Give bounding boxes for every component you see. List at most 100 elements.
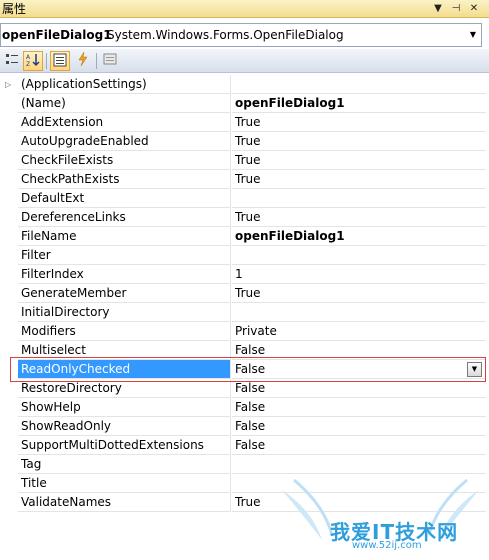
object-selector[interactable]: openFileDialog1 System.Windows.Forms.Ope… bbox=[0, 23, 482, 47]
property-row[interactable]: Modifiers Private bbox=[0, 322, 486, 341]
property-name: ValidateNames bbox=[18, 493, 231, 512]
expand-arrow-icon[interactable]: ▷ bbox=[5, 80, 11, 89]
row-margin bbox=[0, 436, 18, 455]
row-margin bbox=[0, 417, 18, 436]
object-type: System.Windows.Forms.OpenFileDialog bbox=[107, 28, 344, 42]
row-margin bbox=[0, 227, 18, 246]
property-name: Multiselect bbox=[18, 341, 231, 360]
property-row[interactable]: AddExtension True bbox=[0, 113, 486, 132]
object-name: openFileDialog1 bbox=[2, 28, 112, 42]
property-value[interactable] bbox=[232, 303, 486, 322]
property-row[interactable]: (Name) openFileDialog1 bbox=[0, 94, 486, 113]
property-name: FilterIndex bbox=[18, 265, 231, 284]
property-name: (Name) bbox=[18, 94, 231, 113]
property-row[interactable]: InitialDirectory bbox=[0, 303, 486, 322]
property-name: ReadOnlyChecked bbox=[18, 360, 231, 379]
property-row[interactable]: SupportMultiDottedExtensions False bbox=[0, 436, 486, 455]
property-name: RestoreDirectory bbox=[18, 379, 231, 398]
property-value[interactable]: False bbox=[232, 398, 486, 417]
property-name: CheckFileExists bbox=[18, 151, 231, 170]
property-value[interactable]: True bbox=[232, 208, 486, 227]
property-value[interactable] bbox=[232, 189, 486, 208]
toolbar-separator bbox=[46, 53, 47, 69]
property-value[interactable]: False bbox=[232, 360, 486, 379]
property-value[interactable]: True bbox=[232, 493, 486, 512]
property-row[interactable]: FilterIndex 1 bbox=[0, 265, 486, 284]
property-value[interactable]: True bbox=[232, 113, 486, 132]
property-value[interactable]: True bbox=[232, 170, 486, 189]
property-name: Tag bbox=[18, 455, 231, 474]
property-row[interactable]: RestoreDirectory False bbox=[0, 379, 486, 398]
property-name: SupportMultiDottedExtensions bbox=[18, 436, 231, 455]
chevron-down-icon[interactable]: ▼ bbox=[467, 28, 479, 42]
row-margin bbox=[0, 151, 18, 170]
svg-text:A: A bbox=[26, 54, 31, 61]
property-value[interactable]: False bbox=[232, 341, 486, 360]
row-margin bbox=[0, 284, 18, 303]
property-value[interactable] bbox=[232, 474, 486, 493]
property-value[interactable]: True bbox=[232, 284, 486, 303]
property-value[interactable] bbox=[232, 246, 486, 265]
property-name: GenerateMember bbox=[18, 284, 231, 303]
property-name: (ApplicationSettings) bbox=[18, 75, 231, 94]
alphabetical-view-icon[interactable]: AZ bbox=[23, 51, 43, 71]
chevron-down-icon[interactable]: ▼ bbox=[467, 362, 482, 377]
property-value[interactable]: False bbox=[232, 436, 486, 455]
events-lightning-icon[interactable] bbox=[73, 51, 93, 71]
properties-window-titlebar: 属性 ▼ ⊣ ✕ bbox=[0, 0, 489, 18]
row-margin bbox=[0, 208, 18, 227]
property-value[interactable]: True bbox=[232, 132, 486, 151]
row-margin bbox=[0, 398, 18, 417]
watermark-title: 我爱IT技术网 bbox=[330, 520, 459, 544]
row-margin bbox=[0, 379, 18, 398]
property-row[interactable]: Multiselect False bbox=[0, 341, 486, 360]
close-icon[interactable]: ✕ bbox=[466, 1, 482, 16]
property-pages-icon[interactable] bbox=[100, 51, 120, 71]
property-value[interactable]: Private bbox=[232, 322, 486, 341]
property-row[interactable]: DereferenceLinks True bbox=[0, 208, 486, 227]
property-value[interactable]: False bbox=[232, 417, 486, 436]
categorized-view-icon[interactable] bbox=[2, 51, 22, 71]
property-row[interactable]: DefaultExt bbox=[0, 189, 486, 208]
property-name: Modifiers bbox=[18, 322, 231, 341]
row-margin bbox=[0, 113, 18, 132]
property-row[interactable]: FileName openFileDialog1 bbox=[0, 227, 486, 246]
window-menu-chevron-icon[interactable]: ▼ bbox=[430, 1, 446, 16]
property-value[interactable] bbox=[232, 75, 486, 94]
row-margin bbox=[0, 265, 18, 284]
property-row[interactable]: AutoUpgradeEnabled True bbox=[0, 132, 486, 151]
properties-view-icon[interactable] bbox=[50, 51, 70, 71]
property-row[interactable]: ▷ (ApplicationSettings) bbox=[0, 75, 486, 94]
property-name: DefaultExt bbox=[18, 189, 231, 208]
row-margin bbox=[0, 493, 18, 512]
property-row[interactable]: Filter bbox=[0, 246, 486, 265]
property-name: FileName bbox=[18, 227, 231, 246]
property-value[interactable]: 1 bbox=[232, 265, 486, 284]
property-name: ShowHelp bbox=[18, 398, 231, 417]
property-value[interactable]: openFileDialog1 bbox=[232, 94, 486, 113]
row-margin bbox=[0, 322, 18, 341]
properties-toolbar: AZ bbox=[0, 49, 489, 73]
property-row-selected[interactable]: ReadOnlyChecked False ▼ bbox=[0, 360, 486, 379]
property-row[interactable]: CheckFileExists True bbox=[0, 151, 486, 170]
property-name: ShowReadOnly bbox=[18, 417, 231, 436]
property-row[interactable]: CheckPathExists True bbox=[0, 170, 486, 189]
property-value[interactable]: openFileDialog1 bbox=[232, 227, 486, 246]
property-name: DereferenceLinks bbox=[18, 208, 231, 227]
property-row[interactable]: ShowHelp False bbox=[0, 398, 486, 417]
row-margin bbox=[0, 474, 18, 493]
property-row[interactable]: Title bbox=[0, 474, 486, 493]
property-name: AutoUpgradeEnabled bbox=[18, 132, 231, 151]
property-row[interactable]: ShowReadOnly False bbox=[0, 417, 486, 436]
property-value[interactable] bbox=[232, 455, 486, 474]
property-name: Filter bbox=[18, 246, 231, 265]
pin-icon[interactable]: ⊣ bbox=[448, 1, 464, 16]
property-name: Title bbox=[18, 474, 231, 493]
property-value[interactable]: False bbox=[232, 379, 486, 398]
row-margin bbox=[0, 170, 18, 189]
property-row[interactable]: ValidateNames True bbox=[0, 493, 486, 512]
property-row[interactable]: Tag bbox=[0, 455, 486, 474]
property-row[interactable]: GenerateMember True bbox=[0, 284, 486, 303]
row-margin bbox=[0, 189, 18, 208]
property-value[interactable]: True bbox=[232, 151, 486, 170]
